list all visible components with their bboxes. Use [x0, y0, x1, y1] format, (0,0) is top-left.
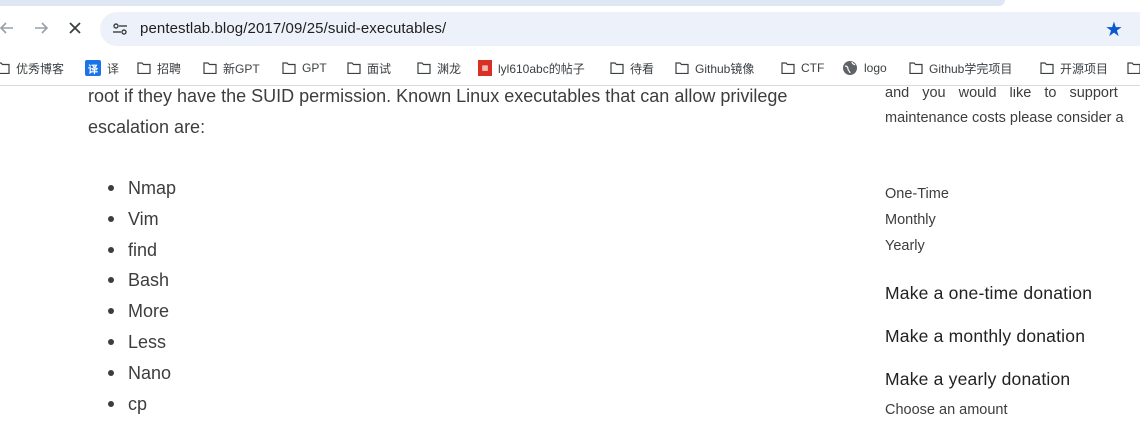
- folder-icon: [675, 62, 689, 74]
- monthly-donation-heading: Make a monthly donation: [885, 326, 1086, 346]
- address-bar[interactable]: pentestlab.blog/2017/09/25/suid-executab…: [100, 12, 1140, 46]
- url-text[interactable]: pentestlab.blog/2017/09/25/suid-executab…: [140, 20, 446, 37]
- back-button[interactable]: [0, 14, 20, 42]
- one-time-donation-heading: Make a one-time donation: [885, 283, 1093, 303]
- folder-icon: [282, 62, 296, 74]
- page-content: root if they have the SUID permission. K…: [0, 87, 1140, 437]
- list-item: find: [88, 235, 176, 266]
- bookmark-new-gpt[interactable]: 新GPT: [203, 59, 260, 77]
- executables-list: Nmap Vim find Bash More Less Nano cp: [88, 173, 176, 419]
- bookmark-youxiu[interactable]: 优秀博客: [0, 59, 64, 77]
- bookmark-mianshi[interactable]: 面试: [347, 59, 391, 77]
- list-item: Nano: [88, 358, 176, 389]
- list-item: More: [88, 296, 176, 327]
- folder-icon: [417, 62, 431, 74]
- translate-icon: 译: [85, 60, 101, 76]
- bookmark-daikan[interactable]: 待看: [610, 59, 654, 77]
- list-item: Nmap: [88, 173, 176, 204]
- yearly-donation-heading: Make a yearly donation: [885, 369, 1071, 389]
- bookmark-translate[interactable]: 译 译: [85, 59, 119, 77]
- site-settings-icon[interactable]: [112, 21, 128, 37]
- list-item: Bash: [88, 265, 176, 296]
- bookmark-gpt[interactable]: GPT: [282, 59, 327, 77]
- bookmark-star-icon[interactable]: ★: [1105, 17, 1123, 41]
- paragraph-line: root if they have the SUID permission. K…: [88, 87, 788, 106]
- stop-loading-button[interactable]: [62, 14, 88, 42]
- bookmark-github-projects[interactable]: Github学完项目: [909, 59, 1012, 77]
- folder-icon: [909, 62, 923, 74]
- folder-icon: [0, 62, 10, 74]
- bookmark-lyl610abc[interactable]: ▦ lyl610abc的帖子: [478, 59, 585, 77]
- globe-icon: [843, 61, 857, 75]
- bookmark-github-mirror[interactable]: Github镜像: [675, 59, 754, 77]
- forum-icon: ▦: [478, 60, 492, 76]
- forward-button[interactable]: [28, 14, 54, 42]
- folder-icon: [1040, 62, 1054, 74]
- close-icon: [69, 22, 81, 34]
- folder-icon: [610, 62, 624, 74]
- frequency-monthly[interactable]: Monthly: [885, 212, 936, 228]
- bookmarks-bar: 优秀博客 译 译 招聘 新GPT GPT 面试 渊龙 ▦ lyl610abc的帖…: [0, 50, 1140, 86]
- browser-toolbar: pentestlab.blog/2017/09/25/suid-executab…: [0, 6, 1140, 50]
- bookmark-open-source[interactable]: 开源项目: [1040, 59, 1108, 77]
- folder-icon: [137, 62, 151, 74]
- bookmark-zhaopin[interactable]: 招聘: [137, 59, 181, 77]
- donation-intro-text: and you would like to support maintenanc…: [885, 87, 1124, 126]
- folder-icon: [347, 62, 361, 74]
- bookmark-ctf[interactable]: CTF: [781, 59, 824, 77]
- choose-amount-label: Choose an amount: [885, 402, 1008, 418]
- list-item: Vim: [88, 204, 176, 235]
- frequency-one-time[interactable]: One-Time: [885, 186, 949, 202]
- back-arrow-icon: [0, 22, 13, 34]
- frequency-yearly[interactable]: Yearly: [885, 238, 925, 254]
- article-paragraph: root if they have the SUID permission. K…: [88, 87, 818, 143]
- bookmark-yuanlong[interactable]: 渊龙: [417, 59, 461, 77]
- folder-icon: [781, 62, 795, 74]
- list-item: Less: [88, 327, 176, 358]
- bookmark-overflow[interactable]: [1127, 59, 1140, 77]
- paragraph-line: escalation are:: [88, 117, 206, 137]
- folder-icon: [203, 62, 217, 74]
- list-item: cp: [88, 389, 176, 420]
- folder-icon: [1127, 62, 1140, 74]
- forward-arrow-icon: [35, 22, 49, 34]
- bookmark-logo[interactable]: logo: [842, 59, 887, 77]
